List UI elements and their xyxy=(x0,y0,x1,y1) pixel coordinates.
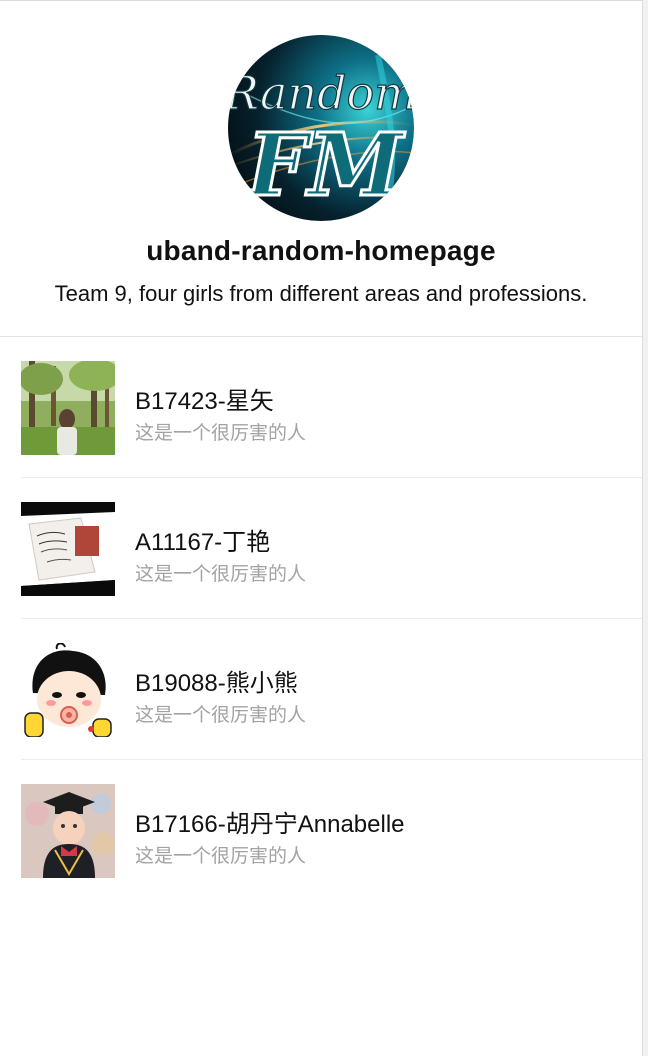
member-description: 这是一个很厉害的人 xyxy=(135,705,307,726)
list-item[interactable]: B19088-熊小熊 这是一个很厉害的人 xyxy=(21,619,642,760)
list-item[interactable]: A11167-丁艳 这是一个很厉害的人 xyxy=(21,478,642,619)
avatar xyxy=(21,361,115,455)
member-name: B17423-星矢 xyxy=(135,388,274,415)
avatar xyxy=(21,502,115,596)
random-fm-logo: Random FM xyxy=(228,35,414,221)
page-subtitle: Team 9, four girls from different areas … xyxy=(54,281,588,306)
logo-text-random: Random xyxy=(228,66,414,120)
member-name: A11167-丁艳 xyxy=(135,529,271,556)
page-title: uband-random-homepage xyxy=(146,235,496,266)
avatar xyxy=(21,643,115,737)
logo-text-fm: FM xyxy=(244,115,406,216)
member-description: 这是一个很厉害的人 xyxy=(135,423,307,444)
member-description: 这是一个很厉害的人 xyxy=(135,564,307,585)
member-description: 这是一个很厉害的人 xyxy=(135,846,307,867)
profile-header: Random FM uband-random-homepage Team 9, … xyxy=(0,1,642,337)
list-item[interactable]: B17423-星矢 这是一个很厉害的人 xyxy=(21,337,642,478)
member-name: B17166-胡丹宁Annabelle xyxy=(135,811,405,838)
member-list: B17423-星矢 这是一个很厉害的人 A11167-丁艳 这是一个很厉害的人 xyxy=(0,337,642,900)
member-name: B19088-熊小熊 xyxy=(135,670,298,697)
scrollbar-track[interactable] xyxy=(643,0,648,1056)
list-item[interactable]: B17166-胡丹宁Annabelle 这是一个很厉害的人 xyxy=(21,760,642,900)
page: Random FM uband-random-homepage Team 9, … xyxy=(0,0,643,1056)
avatar xyxy=(21,784,115,878)
